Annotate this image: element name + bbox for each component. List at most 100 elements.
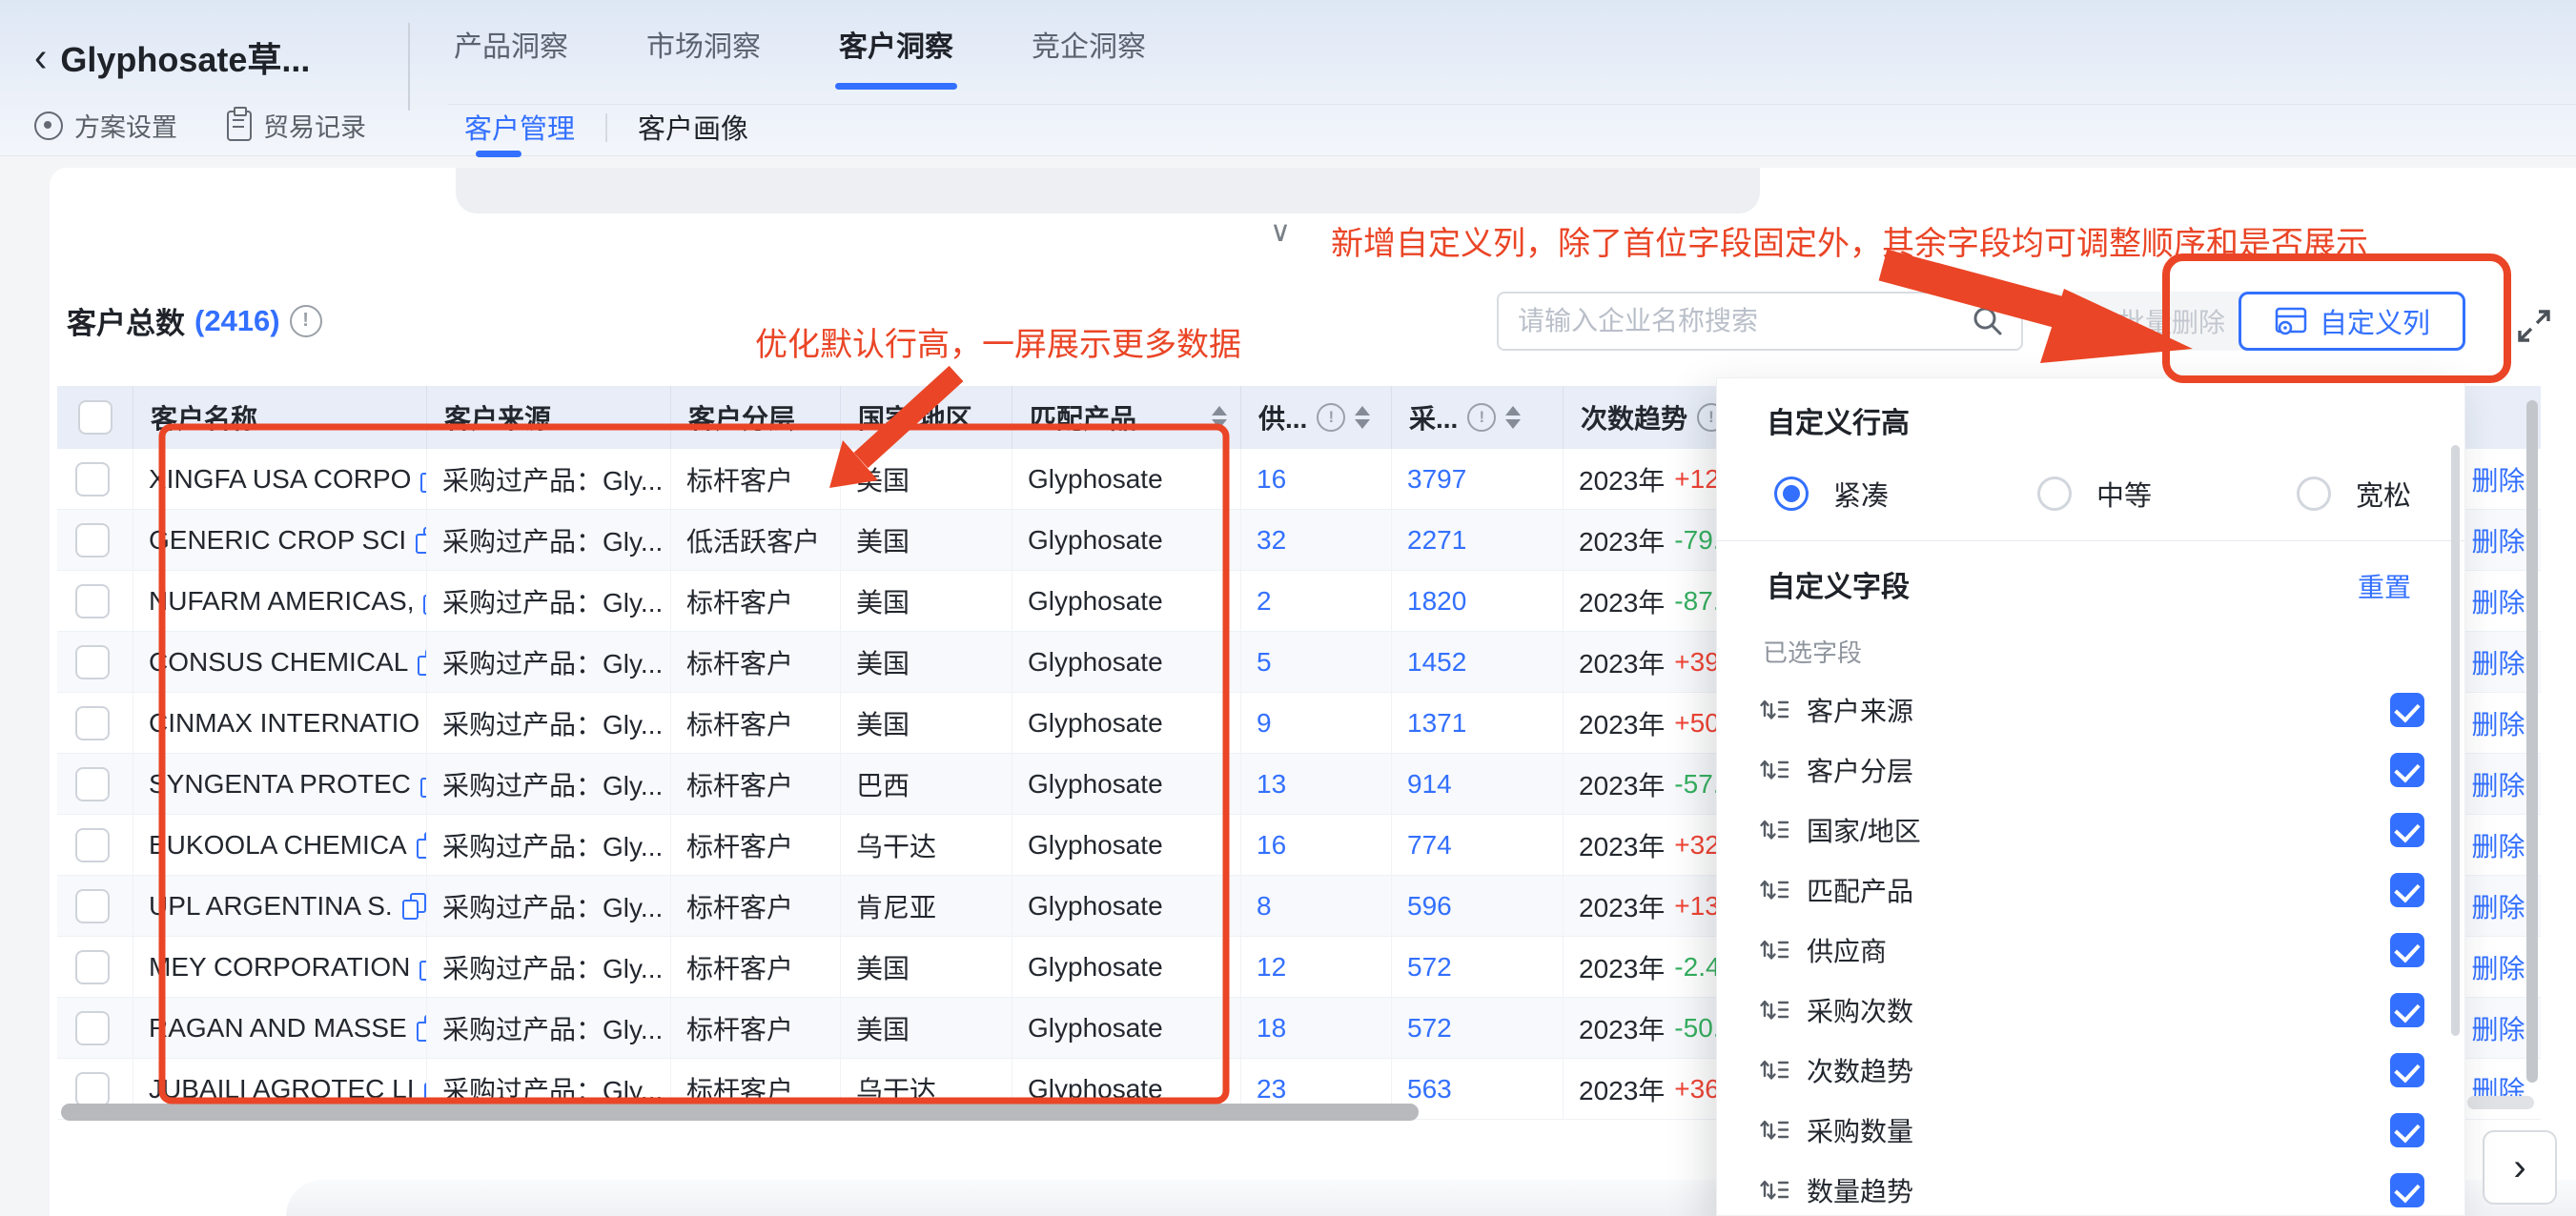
field-item[interactable]: 匹配产品 <box>1717 860 2466 920</box>
drag-handle-icon[interactable] <box>1759 1117 1789 1144</box>
field-item[interactable]: 供应商 <box>1717 920 2466 980</box>
drag-handle-icon[interactable] <box>1759 817 1789 843</box>
tab-customer-insight[interactable]: 客户洞察 <box>833 23 959 90</box>
radio-compact[interactable]: 紧凑 <box>1774 474 1889 514</box>
col-matched-product[interactable]: 匹配产品 <box>1012 386 1241 449</box>
batch-delete-button[interactable]: 批量删除 <box>2055 292 2252 351</box>
field-item[interactable]: 次数趋势 <box>1717 1040 2466 1100</box>
purchase-times-link[interactable]: 1820 <box>1407 586 1466 617</box>
customer-name[interactable]: CONSUS CHEMICAL <box>149 647 408 678</box>
drag-handle-icon[interactable] <box>1759 997 1789 1023</box>
suppliers-count-link[interactable]: 32 <box>1257 525 1286 556</box>
drag-handle-icon[interactable] <box>1759 757 1789 783</box>
select-all-checkbox[interactable] <box>78 400 112 435</box>
field-item[interactable]: 采购次数 <box>1717 980 2466 1040</box>
customer-name[interactable]: XINGFA USA CORPO <box>149 464 411 495</box>
scheme-settings-button[interactable]: 方案设置 <box>34 107 177 144</box>
row-checkbox[interactable] <box>75 1011 110 1045</box>
purchase-times-link[interactable]: 2271 <box>1407 525 1466 556</box>
subtab-customer-profile[interactable]: 客户画像 <box>638 107 748 166</box>
copy-icon[interactable] <box>402 893 425 920</box>
purchase-times-link[interactable]: 563 <box>1407 1074 1452 1105</box>
row-checkbox[interactable] <box>75 950 110 984</box>
chevron-down-icon[interactable]: ∨ <box>1270 215 1291 249</box>
drag-handle-icon[interactable] <box>1759 937 1789 963</box>
collapsed-filter-bar[interactable] <box>456 168 1760 213</box>
delete-row-link[interactable]: 删除 <box>2471 704 2525 742</box>
field-checkbox[interactable] <box>2390 873 2424 907</box>
purchase-times-link[interactable]: 1452 <box>1407 647 1466 678</box>
row-checkbox[interactable] <box>75 706 110 740</box>
info-icon[interactable]: ! <box>290 305 322 337</box>
field-checkbox[interactable] <box>2390 813 2424 847</box>
copy-icon[interactable] <box>417 1015 427 1042</box>
horizontal-scrollbar-right[interactable] <box>2467 1096 2534 1109</box>
field-checkbox[interactable] <box>2390 1053 2424 1087</box>
tab-market-insight[interactable]: 市场洞察 <box>641 23 767 90</box>
col-country[interactable]: 国家/地区 <box>841 386 1012 449</box>
suppliers-count-link[interactable]: 16 <box>1257 464 1286 495</box>
delete-row-link[interactable]: 删除 <box>2471 765 2525 803</box>
col-suppliers[interactable]: 供... ! <box>1241 386 1392 449</box>
subtab-customer-management[interactable]: 客户管理 <box>464 107 575 166</box>
purchase-times-link[interactable]: 3797 <box>1407 464 1466 495</box>
reset-link[interactable]: 重置 <box>2358 567 2411 605</box>
field-item[interactable]: 客户来源 <box>1717 679 2466 740</box>
delete-row-link[interactable]: 删除 <box>2471 460 2525 498</box>
field-checkbox[interactable] <box>2390 693 2424 727</box>
sort-icon[interactable] <box>1355 406 1370 429</box>
suppliers-count-link[interactable]: 9 <box>1257 708 1272 739</box>
copy-icon[interactable] <box>419 954 427 981</box>
row-checkbox[interactable] <box>75 767 110 801</box>
search-input[interactable] <box>1516 305 1972 337</box>
radio-loose[interactable]: 宽松 <box>2297 474 2411 514</box>
search-icon[interactable] <box>1972 305 2004 337</box>
sort-icon[interactable] <box>1212 406 1227 429</box>
customer-name[interactable]: GENERIC CROP SCI <box>149 525 406 556</box>
purchase-times-link[interactable]: 914 <box>1407 769 1452 800</box>
sort-icon[interactable] <box>1505 406 1521 429</box>
field-item[interactable]: 国家/地区 <box>1717 800 2466 860</box>
customer-name[interactable]: SYNGENTA PROTEC <box>149 769 411 800</box>
field-checkbox[interactable] <box>2390 1113 2424 1147</box>
customer-name[interactable]: NUFARM AMERICAS, <box>149 586 414 617</box>
next-page-button[interactable]: › <box>2483 1130 2557 1205</box>
horizontal-scrollbar[interactable] <box>61 1104 1419 1121</box>
purchase-times-link[interactable]: 572 <box>1407 1013 1452 1044</box>
copy-icon[interactable] <box>420 466 427 493</box>
purchase-times-link[interactable]: 1371 <box>1407 708 1466 739</box>
field-item[interactable]: 客户分层 <box>1717 740 2466 800</box>
field-item[interactable]: 数量趋势 <box>1717 1160 2466 1216</box>
delete-row-link[interactable]: 删除 <box>2471 582 2525 620</box>
suppliers-count-link[interactable]: 16 <box>1257 830 1286 861</box>
suppliers-count-link[interactable]: 12 <box>1257 952 1286 983</box>
copy-icon[interactable] <box>416 527 427 554</box>
purchase-times-link[interactable]: 596 <box>1407 891 1452 922</box>
suppliers-count-link[interactable]: 2 <box>1257 586 1272 617</box>
field-checkbox[interactable] <box>2390 753 2424 787</box>
copy-icon[interactable] <box>417 832 427 859</box>
purchase-times-link[interactable]: 774 <box>1407 830 1452 861</box>
field-checkbox[interactable] <box>2390 993 2424 1027</box>
suppliers-count-link[interactable]: 23 <box>1257 1074 1286 1105</box>
customer-name[interactable]: JUBAILI AGROTEC LI <box>149 1074 415 1105</box>
row-checkbox[interactable] <box>75 584 110 618</box>
field-checkbox[interactable] <box>2390 933 2424 967</box>
row-checkbox[interactable] <box>75 523 110 557</box>
delete-row-link[interactable]: 删除 <box>2471 826 2525 864</box>
col-customer-name[interactable]: 客户名称 <box>133 386 427 449</box>
customer-name[interactable]: RAGAN AND MASSE <box>149 1013 407 1044</box>
customer-name[interactable]: BUKOOLA CHEMICA <box>149 830 407 861</box>
panel-scrollbar[interactable] <box>2451 445 2460 1036</box>
customer-name[interactable]: UPL ARGENTINA S. <box>149 891 393 922</box>
delete-row-link[interactable]: 删除 <box>2471 521 2525 559</box>
fullscreen-icon[interactable] <box>2513 305 2555 347</box>
delete-row-link[interactable]: 删除 <box>2471 948 2525 986</box>
purchase-times-link[interactable]: 572 <box>1407 952 1452 983</box>
field-item[interactable]: 采购数量 <box>1717 1100 2466 1160</box>
tab-product-insight[interactable]: 产品洞察 <box>448 23 574 90</box>
drag-handle-icon[interactable] <box>1759 1057 1789 1084</box>
suppliers-count-link[interactable]: 18 <box>1257 1013 1286 1044</box>
copy-icon[interactable] <box>420 771 427 798</box>
field-checkbox[interactable] <box>2390 1173 2424 1207</box>
